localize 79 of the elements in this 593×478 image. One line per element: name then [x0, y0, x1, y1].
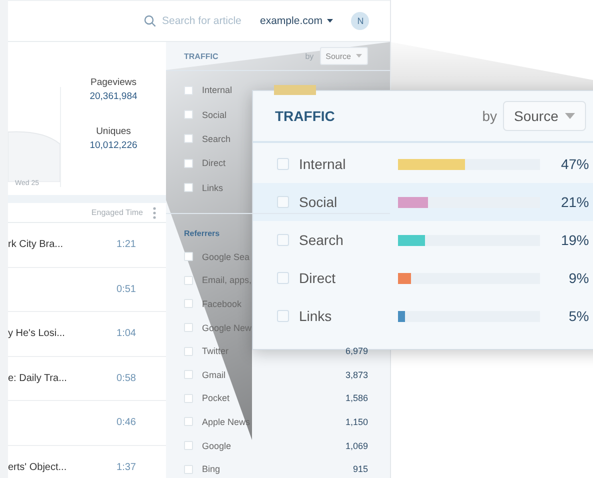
checkbox[interactable]	[277, 234, 289, 246]
referrer-label: Google Sea	[202, 252, 250, 262]
article-title[interactable]: y He's Losi...	[8, 328, 65, 340]
share-value: 5%	[568, 308, 589, 324]
share-value: 9%	[568, 270, 589, 286]
metric-value: 20,361,984	[90, 91, 138, 102]
article-title[interactable]: e: Daily Tra...	[8, 372, 67, 384]
source-row[interactable]: Search 19%	[253, 221, 593, 259]
source-label: Direct	[299, 270, 337, 286]
section-title: Referrers	[184, 228, 220, 238]
metric-label: Uniques	[96, 126, 131, 137]
metric-label: Pageviews	[90, 77, 136, 88]
source-label: Social	[202, 110, 228, 120]
panel-title: TRAFFIC	[184, 52, 218, 60]
source-label: Links	[299, 308, 333, 324]
source-label: Search	[202, 134, 232, 144]
engaged-time: 0:46	[116, 417, 136, 428]
article-title[interactable]: erts' Object...	[8, 462, 67, 473]
checkbox[interactable]	[184, 370, 193, 380]
referrer-count: 1,150	[345, 416, 368, 427]
article-title[interactable]: rk City Bra...	[8, 239, 64, 250]
checkbox[interactable]	[184, 110, 193, 120]
checkbox[interactable]	[277, 158, 289, 170]
checkbox[interactable]	[184, 183, 193, 192]
referrer-label: Pocket	[202, 393, 230, 404]
referrer-count: 6,979	[345, 346, 368, 356]
source-label: Social	[299, 194, 338, 210]
share-value: 21%	[560, 194, 589, 210]
by-label: by	[482, 108, 497, 124]
more-icon[interactable]	[153, 206, 156, 218]
referrer-label: Gmail	[202, 370, 226, 380]
source-label: Internal	[202, 85, 234, 96]
checkbox[interactable]	[277, 310, 289, 322]
referrer-count: 1,069	[345, 440, 368, 450]
source-label: Direct	[202, 158, 227, 168]
group-by-dropdown[interactable]: Source	[503, 101, 586, 131]
popup-title: TRAFFIC	[275, 108, 335, 124]
source-label: Search	[299, 232, 344, 248]
share-bar	[274, 85, 316, 96]
source-row[interactable]: Direct 9%	[253, 259, 593, 297]
metric-value: 10,012,226	[90, 140, 138, 151]
referrer-label: Google	[202, 440, 232, 450]
referrer-label: Bing	[202, 464, 220, 474]
caret-icon	[356, 54, 362, 58]
engaged-time: 0:51	[116, 284, 136, 295]
site-selector[interactable]: example.com	[260, 15, 334, 27]
checkbox[interactable]	[184, 134, 193, 144]
source-row[interactable]: Social 21%	[253, 183, 593, 221]
share-value: 19%	[560, 232, 589, 248]
checkbox[interactable]	[184, 417, 193, 426]
checkbox[interactable]	[277, 196, 289, 208]
checkbox[interactable]	[184, 346, 193, 356]
checkbox[interactable]	[184, 441, 193, 450]
referrer-count: 3,873	[345, 370, 368, 380]
referrer-count: 915	[352, 464, 368, 474]
source-row[interactable]: Internal 47%	[253, 145, 593, 183]
checkbox[interactable]	[277, 272, 289, 284]
share-value: 47%	[560, 156, 589, 172]
source-row[interactable]: Links 5%	[253, 297, 593, 335]
search-icon	[144, 15, 156, 27]
user-avatar[interactable]: N	[351, 12, 370, 30]
referrer-label: Email, apps,	[202, 275, 252, 286]
engaged-time: 1:37	[116, 462, 136, 473]
engaged-time: 1:21	[116, 239, 136, 250]
engaged-time: 0:58	[116, 372, 136, 384]
referrer-label: Facebook	[202, 298, 242, 309]
source-label: Internal	[299, 156, 347, 172]
referrer-count: 1,586	[345, 393, 368, 404]
engaged-time: 1:04	[116, 328, 136, 340]
checkbox[interactable]	[184, 299, 193, 308]
checkbox[interactable]	[184, 252, 193, 262]
checkbox[interactable]	[184, 323, 193, 332]
checkbox[interactable]	[184, 394, 193, 403]
checkbox[interactable]	[184, 464, 193, 474]
checkbox[interactable]	[184, 276, 193, 285]
caret-icon	[327, 19, 334, 23]
by-label: by	[305, 52, 314, 60]
caret-icon	[565, 113, 575, 119]
source-label: Links	[202, 182, 224, 193]
